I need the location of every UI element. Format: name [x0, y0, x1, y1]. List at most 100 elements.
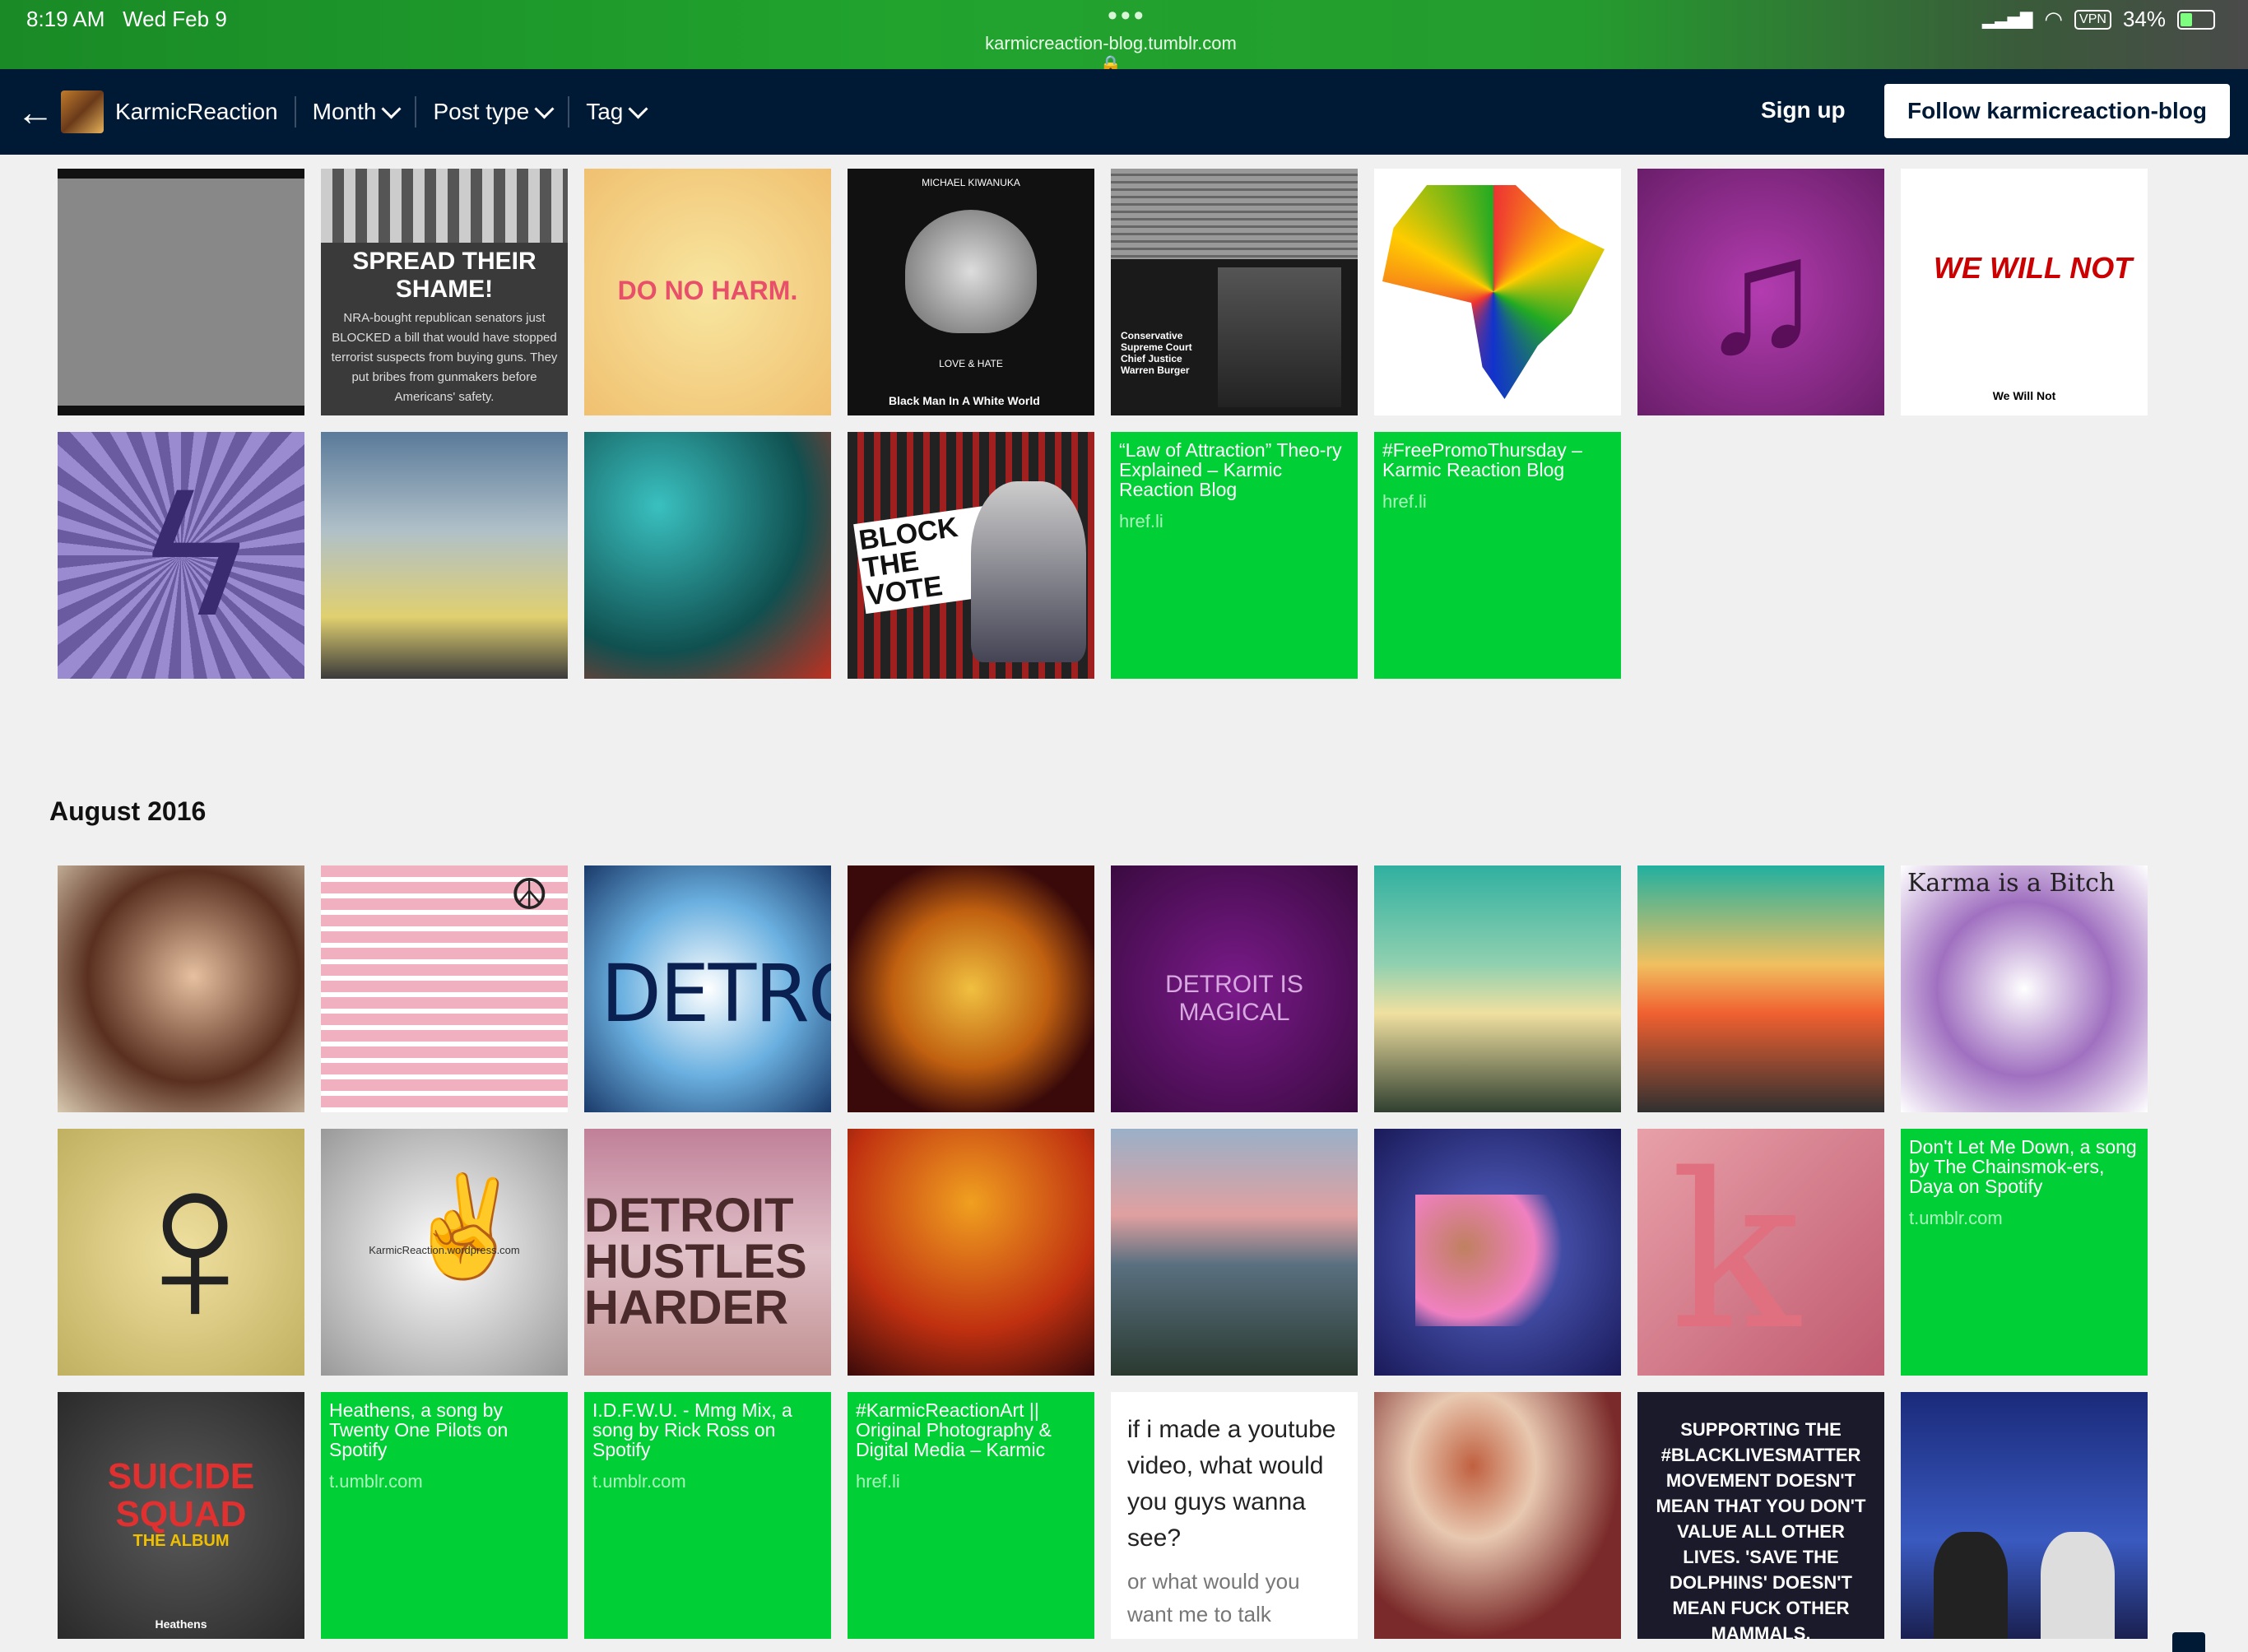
link-post-heathens[interactable]: Heathens, a song by Twenty One Pilots on… [321, 1392, 568, 1639]
chevron-down-icon [381, 98, 402, 119]
link-title: “Law of Attraction” Theo-ry Explained – … [1119, 439, 1342, 500]
post-tile-lightning[interactable]: ϟ [58, 432, 304, 679]
post-tile-audrey-peace[interactable]: ☮ [321, 865, 568, 1112]
status-bar: 8:19 AM Wed Feb 9 ••• karmicreaction-blo… [0, 0, 2248, 75]
spread-body: NRA-bought republican senators just BLOC… [331, 311, 558, 404]
back-arrow-icon[interactable]: ← [16, 90, 54, 134]
link-domain: t.umblr.com [592, 1471, 686, 1492]
post-tile-kiwanuka-album[interactable]: MICHAEL KIWANUKA LOVE & HATE Black Man I… [848, 169, 1094, 415]
post-tile-detroit[interactable]: DETROIT [584, 865, 831, 1112]
post-tile-do-no-harm[interactable]: DO NO HARM. [584, 169, 831, 415]
battery-icon [2177, 9, 2215, 30]
post-tile-river-dusk[interactable] [1111, 1129, 1358, 1376]
link-domain: href.li [1382, 491, 1427, 512]
blog-name[interactable]: KarmicReaction [115, 99, 278, 125]
link-title: Heathens, a song by Twenty One Pilots on… [329, 1399, 509, 1460]
album-title: LOVE & HATE [939, 358, 1003, 369]
link-post-dont-let-me-down[interactable]: Don't Let Me Down, a song by The Chainsm… [1901, 1129, 2148, 1376]
status-indicators: ▂▃▅▇ ◠ VPN 34% [1982, 7, 2215, 32]
do-no-harm-text: DO NO HARM. [617, 276, 798, 305]
post-tile-block-the-vote[interactable]: BLOCK THE VOTE [848, 432, 1094, 679]
tag-dropdown[interactable]: Tag [586, 98, 648, 125]
post-tile-female-symbol[interactable]: ♀ [58, 1129, 304, 1376]
detroit-magical-text: DETROIT IS MAGICAL [1165, 971, 1303, 1026]
post-tile-space-snail[interactable] [1374, 1129, 1621, 1376]
link-post-karmic-reaction-art[interactable]: #KarmicReactionArt || Original Photograp… [848, 1392, 1094, 1639]
post-tile-green-sky[interactable] [1374, 865, 1621, 1112]
sign-up-link[interactable]: Sign up [1761, 97, 1846, 123]
signal-icon: ▂▃▅▇ [1981, 11, 2033, 29]
wolf-graphic-right [2041, 1532, 2115, 1639]
status-time: 8:19 AM Wed Feb 9 [26, 7, 227, 31]
link-domain: href.li [856, 1471, 900, 1492]
post-tile-two-wolves[interactable] [1901, 1392, 2148, 1639]
africa-map-graphic [1382, 185, 1605, 399]
chevron-down-icon [628, 98, 648, 119]
link-title: #FreePromoThursday – Karmic Reaction Blo… [1382, 439, 1582, 480]
post-tile-protest-photo[interactable] [58, 169, 304, 415]
karma-text: Karma is a Bitch [1907, 869, 2116, 898]
album-caption: Black Man In A White World [889, 394, 1040, 407]
quote-block [1111, 169, 1358, 259]
post-tile-sunset-clouds[interactable] [321, 432, 568, 679]
we-will-not-text: WE WILL NOT [1934, 251, 2133, 285]
the-album-text: THE ALBUM [132, 1532, 230, 1550]
post-tile-warren-burger[interactable]: Conservative Supreme Court Chief Justice… [1111, 169, 1358, 415]
post-tile-music-note[interactable]: ♫ [1637, 169, 1884, 415]
avatar[interactable] [61, 90, 104, 133]
spread-title: SPREAD THEIR SHAME! [352, 248, 536, 303]
link-post-idfwu[interactable]: I.D.F.W.U. - Mmg Mix, a song by Rick Ros… [584, 1392, 831, 1639]
post-tile-selfie[interactable] [1374, 1392, 1621, 1639]
snail-graphic [1415, 1195, 1580, 1326]
post-tile-we-will-not[interactable]: WE WILL NOT We Will Not [1901, 169, 2148, 415]
month-dropdown[interactable]: Month [313, 98, 402, 125]
post-tile-suicide-squad[interactable]: SUICIDE SQUAD THE ALBUM Heathens [58, 1392, 304, 1639]
vpn-badge: VPN [2074, 9, 2111, 30]
scroll-to-top-button[interactable] [2172, 1632, 2205, 1652]
text-post-youtube-question[interactable]: if i made a youtube video, what would yo… [1111, 1392, 1358, 1639]
post-tile-hedy-portrait[interactable] [58, 865, 304, 1112]
post-tile-spread-their-shame[interactable]: SPREAD THEIR SHAME! NRA-bought republica… [321, 169, 568, 415]
more-dots-icon[interactable]: ••• [1108, 0, 1147, 32]
post-tile-africa-flags[interactable] [1374, 169, 1621, 415]
post-tile-orange-sunset[interactable] [1637, 865, 1884, 1112]
suicide-squad-text: SUICIDE SQUAD [107, 1456, 255, 1534]
elephant-graphic [971, 481, 1086, 662]
post-tile-swirl-heart[interactable] [848, 865, 1094, 1112]
post-tile-detroit-magical[interactable]: DETROIT IS MAGICAL [1111, 865, 1358, 1112]
we-will-not-caption: We Will Not [1992, 389, 2056, 402]
peace-icon: ☮ [510, 871, 549, 919]
blm-text: SUPPORTING THE #BLACKLIVESMATTER MOVEMEN… [1656, 1419, 1866, 1639]
lightning-icon: ϟ [148, 451, 244, 653]
follow-button[interactable]: Follow karmicreaction-blog [1884, 84, 2230, 138]
post-tile-black-lives-matter[interactable]: SUPPORTING THE #BLACKLIVESMATTER MOVEMEN… [1637, 1392, 1884, 1639]
peace-hand-icon: ✌ [403, 1172, 527, 1282]
post-tile-lion-woman[interactable] [848, 1129, 1094, 1376]
post-tile-blue-trees[interactable] [584, 432, 831, 679]
divider [294, 96, 296, 128]
link-domain: t.umblr.com [329, 1471, 423, 1492]
post-tile-karma[interactable]: Karma is a Bitch [1901, 865, 2148, 1112]
link-post-free-promo-thursday[interactable]: #FreePromoThursday – Karmic Reaction Blo… [1374, 432, 1621, 679]
link-title: #KarmicReactionArt || Original Photograp… [856, 1399, 1052, 1460]
heart-graphic [905, 210, 1037, 333]
post-tile-peace-hand[interactable]: ✌ KarmicReaction.wordpress.com [321, 1129, 568, 1376]
wordpress-caption: KarmicReaction.wordpress.com [369, 1244, 520, 1256]
post-tile-pink-k[interactable]: k [1637, 1129, 1884, 1376]
post-type-dropdown[interactable]: Post type [433, 98, 555, 125]
blog-header: ← KarmicReaction Month Post type Tag Sig… [0, 69, 2248, 155]
post-tile-detroit-hustles[interactable]: DETROIT HUSTLES HARDER [584, 1129, 831, 1376]
female-symbol-icon: ♀ [109, 1129, 281, 1372]
wolf-graphic-left [1934, 1532, 2008, 1639]
link-post-law-of-attraction[interactable]: “Law of Attraction” Theo-ry Explained – … [1111, 432, 1358, 679]
month-heading: August 2016 [49, 796, 207, 826]
link-domain: t.umblr.com [1909, 1208, 2003, 1228]
burger-caption: Conservative Supreme Court Chief Justice… [1121, 330, 1192, 376]
music-note-icon: ♫ [1699, 204, 1823, 387]
divider [415, 96, 417, 128]
link-title: Don't Let Me Down, a song by The Chainsm… [1909, 1136, 2137, 1197]
battery-percent: 34% [2122, 7, 2166, 31]
chevron-down-icon [534, 98, 555, 119]
detroit-hustles-text: DETROIT HUSTLES HARDER [584, 1189, 807, 1334]
text-post-body: or what would you want me to talk [1127, 1569, 1300, 1626]
